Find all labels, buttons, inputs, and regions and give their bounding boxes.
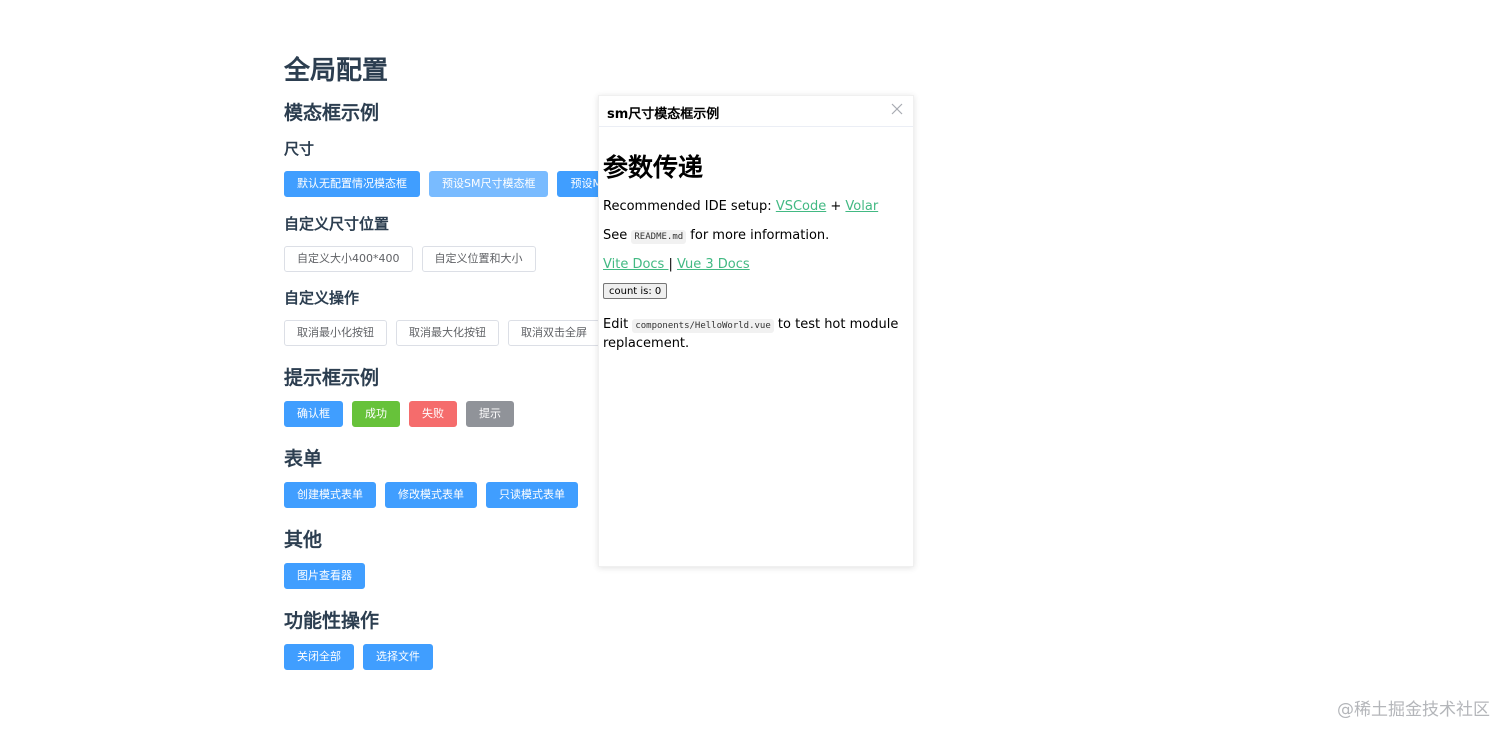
cancel-dblclick-fullscreen-button[interactable]: 取消双击全屏 bbox=[508, 320, 600, 346]
vite-docs-link[interactable]: Vite Docs bbox=[603, 257, 668, 272]
vscode-link[interactable]: VSCode bbox=[776, 199, 826, 214]
hint-button[interactable]: 提示 bbox=[466, 401, 514, 427]
ide-setup-text: Recommended IDE setup: VSCode + Volar bbox=[603, 198, 878, 215]
custom-size-400-button[interactable]: 自定义大小400*400 bbox=[284, 246, 413, 272]
select-file-button[interactable]: 选择文件 bbox=[363, 644, 433, 670]
default-modal-button[interactable]: 默认无配置情况模态框 bbox=[284, 171, 420, 197]
section-form: 表单 bbox=[284, 448, 323, 470]
confirm-button[interactable]: 确认框 bbox=[284, 401, 343, 427]
cancel-minimize-button[interactable]: 取消最小化按钮 bbox=[284, 320, 387, 346]
volar-link[interactable]: Volar bbox=[845, 199, 878, 214]
edit-label: Edit bbox=[603, 317, 633, 332]
docs-links: Vite Docs | Vue 3 Docs bbox=[603, 256, 750, 273]
see-rest-label: for more information. bbox=[686, 228, 830, 243]
sm-modal-window[interactable]: sm尺寸模态框示例 参数传递 Recommended IDE setup: VS… bbox=[598, 95, 914, 567]
custom-ops-buttons-row: 取消最小化按钮 取消最大化按钮 取消双击全屏 bbox=[284, 320, 600, 346]
readme-text: See README.md for more information. bbox=[603, 227, 829, 246]
vue-docs-link[interactable]: Vue 3 Docs bbox=[677, 257, 750, 272]
section-notice-examples: 提示框示例 bbox=[284, 367, 380, 389]
count-button[interactable]: count is: 0 bbox=[603, 283, 668, 299]
section-modal-examples: 模态框示例 bbox=[284, 102, 380, 124]
functional-buttons-row: 关闭全部 选择文件 bbox=[284, 644, 433, 670]
section-other: 其他 bbox=[284, 529, 323, 551]
modal-heading: 参数传递 bbox=[603, 153, 704, 182]
preset-sm-modal-button[interactable]: 预设SM尺寸模态框 bbox=[429, 171, 549, 197]
watermark: @稀土掘金技术社区 bbox=[1337, 700, 1490, 720]
size-buttons-row: 默认无配置情况模态框 预设SM尺寸模态框 预设M bbox=[284, 171, 615, 197]
create-form-button[interactable]: 创建模式表单 bbox=[284, 482, 376, 508]
modal-title: sm尺寸模态框示例 bbox=[607, 107, 720, 122]
close-all-button[interactable]: 关闭全部 bbox=[284, 644, 354, 670]
modal-header[interactable]: sm尺寸模态框示例 bbox=[599, 96, 913, 127]
plus-text: + bbox=[826, 199, 846, 214]
custom-size-buttons-row: 自定义大小400*400 自定义位置和大小 bbox=[284, 246, 536, 272]
readme-code: README.md bbox=[631, 230, 687, 244]
other-buttons-row: 图片查看器 bbox=[284, 563, 365, 589]
subsection-custom-size-position: 自定义尺寸位置 bbox=[284, 215, 390, 233]
edit-form-button[interactable]: 修改模式表单 bbox=[385, 482, 477, 508]
notice-buttons-row: 确认框 成功 失败 提示 bbox=[284, 401, 514, 427]
cancel-maximize-button[interactable]: 取消最大化按钮 bbox=[396, 320, 499, 346]
success-button[interactable]: 成功 bbox=[352, 401, 400, 427]
page-title: 全局配置 bbox=[284, 56, 389, 86]
readonly-form-button[interactable]: 只读模式表单 bbox=[486, 482, 578, 508]
helloworld-code: components/HelloWorld.vue bbox=[632, 319, 774, 333]
see-label: See bbox=[603, 228, 632, 243]
section-functional-ops: 功能性操作 bbox=[284, 610, 380, 632]
form-buttons-row: 创建模式表单 修改模式表单 只读模式表单 bbox=[284, 482, 578, 508]
close-icon[interactable] bbox=[889, 101, 905, 117]
failure-button[interactable]: 失败 bbox=[409, 401, 457, 427]
ide-setup-label: Recommended IDE setup: bbox=[603, 199, 776, 214]
custom-position-size-button[interactable]: 自定义位置和大小 bbox=[421, 246, 536, 272]
subsection-size: 尺寸 bbox=[284, 140, 315, 158]
subsection-custom-operations: 自定义操作 bbox=[284, 289, 360, 307]
image-viewer-button[interactable]: 图片查看器 bbox=[284, 563, 365, 589]
docs-separator: | bbox=[668, 257, 677, 272]
edit-text: Edit components/HelloWorld.vue to test h… bbox=[603, 316, 903, 352]
